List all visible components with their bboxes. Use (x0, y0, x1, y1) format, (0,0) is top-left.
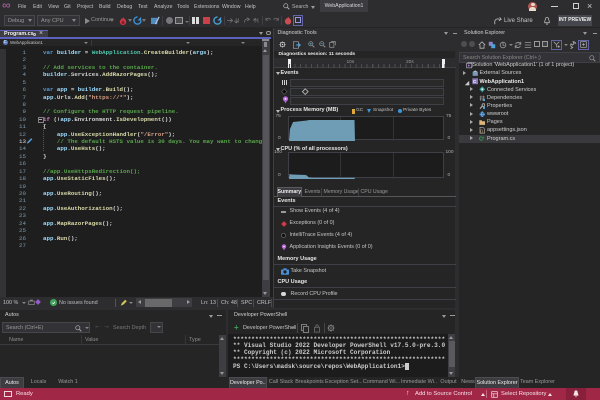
svg-text:{}: {} (480, 128, 483, 133)
svg-text:#: # (482, 136, 484, 140)
